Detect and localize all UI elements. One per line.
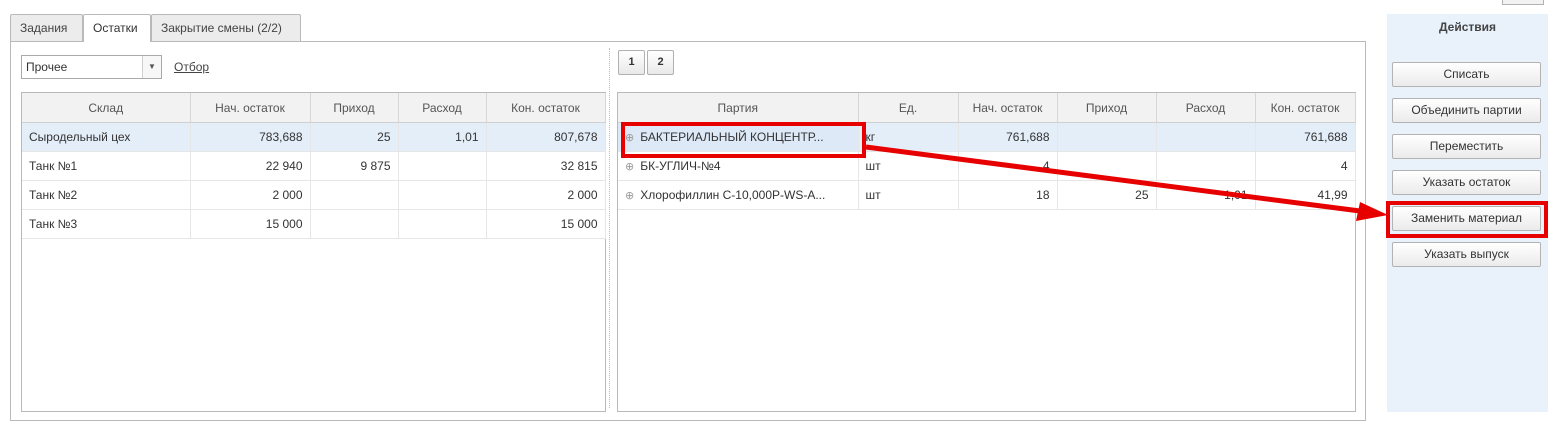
column-header[interactable]: Партия [618,93,859,123]
closing-balance: 32 815 [486,151,606,181]
page-2-button[interactable]: 2 [647,50,674,75]
closing-balance: 2 000 [486,180,606,210]
annotation-highlight-replace-button [1386,201,1548,238]
unit: шт [858,151,959,181]
table-header-row: Склад Нач. остаток Приход Расход Кон. ос… [22,93,606,123]
category-select[interactable]: Прочее [21,55,162,79]
column-header[interactable]: Приход [310,93,399,123]
move-button[interactable]: Переместить [1392,134,1541,159]
expense [398,209,487,239]
receipt [310,180,399,210]
warehouse-name: Танк №2 [22,180,191,210]
expand-icon[interactable]: ⊕ [625,161,634,173]
table-row[interactable]: Сыродельный цех 783,688 25 1,01 807,678 [22,122,606,152]
expense [398,151,487,181]
opening-balance: 761,688 [958,122,1058,152]
actions-title: Действия [1438,20,1497,34]
column-header[interactable]: Ед. [858,93,959,123]
column-header[interactable]: Кон. остаток [486,93,606,123]
receipt [1057,151,1157,181]
column-header[interactable]: Приход [1057,93,1157,123]
closing-balance: 15 000 [486,209,606,239]
panel-splitter[interactable] [609,48,610,408]
table-row[interactable]: Танк №1 22 940 9 875 32 815 [22,151,606,181]
batch-name: БК-УГЛИЧ-№4 [640,159,721,173]
expense: 1,01 [1156,180,1256,210]
closing-balance: 41,99 [1255,180,1356,210]
batch-name: Хлорофиллин C-10,000P-WS-A... [640,188,826,202]
opening-balance: 15 000 [190,209,311,239]
warehouse-table[interactable]: Склад Нач. остаток Приход Расход Кон. ос… [21,92,606,412]
warehouse-name: Танк №1 [22,151,191,181]
merge-batches-button[interactable]: Объединить партии [1392,98,1541,123]
closing-balance: 4 [1255,151,1356,181]
filter-link[interactable]: Отбор [174,60,209,74]
page-1-button[interactable]: 1 [618,50,645,75]
expense: 1,01 [398,122,487,152]
receipt: 9 875 [310,151,399,181]
opening-balance: 18 [958,180,1058,210]
set-balance-button[interactable]: Указать остаток [1392,170,1541,195]
warehouse-name: Сыродельный цех [22,122,191,152]
expand-icon[interactable]: ⊕ [625,190,634,202]
receipt [310,209,399,239]
set-output-button[interactable]: Указать выпуск [1392,242,1541,267]
unit: кг [858,122,959,152]
top-right-button[interactable] [1502,0,1544,5]
expense [398,180,487,210]
write-off-button[interactable]: Списать [1392,62,1541,87]
category-select-value: Прочее [26,60,68,74]
dropdown-arrow-icon[interactable]: ▼ [142,56,161,78]
table-row[interactable]: Танк №3 15 000 15 000 [22,209,606,239]
column-header[interactable]: Расход [1156,93,1256,123]
closing-balance: 761,688 [1255,122,1356,152]
column-header[interactable]: Нач. остаток [190,93,311,123]
tab-tasks[interactable]: Задания [10,14,83,41]
opening-balance: 783,688 [190,122,311,152]
column-header[interactable]: Склад [22,93,191,123]
batch-name-cell[interactable]: ⊕ Хлорофиллин C-10,000P-WS-A... [618,180,859,210]
warehouse-name: Танк №3 [22,209,191,239]
table-row[interactable]: Танк №2 2 000 2 000 [22,180,606,210]
receipt: 25 [1057,180,1157,210]
column-header[interactable]: Кон. остаток [1255,93,1356,123]
tab-shift-closing[interactable]: Закрытие смены (2/2) [151,14,301,41]
receipt [1057,122,1157,152]
opening-balance: 22 940 [190,151,311,181]
table-row[interactable]: ⊕ Хлорофиллин C-10,000P-WS-A... шт 18 25 … [618,180,1356,210]
opening-balance: 4 [958,151,1058,181]
expense [1156,151,1256,181]
closing-balance: 807,678 [486,122,606,152]
annotation-highlight-batch [621,122,866,158]
unit: шт [858,180,959,210]
column-header[interactable]: Расход [398,93,487,123]
column-header[interactable]: Нач. остаток [958,93,1058,123]
receipt: 25 [310,122,399,152]
table-header-row: Партия Ед. Нач. остаток Приход Расход Ко… [618,93,1356,123]
opening-balance: 2 000 [190,180,311,210]
expense [1156,122,1256,152]
tab-balances[interactable]: Остатки [83,14,151,42]
